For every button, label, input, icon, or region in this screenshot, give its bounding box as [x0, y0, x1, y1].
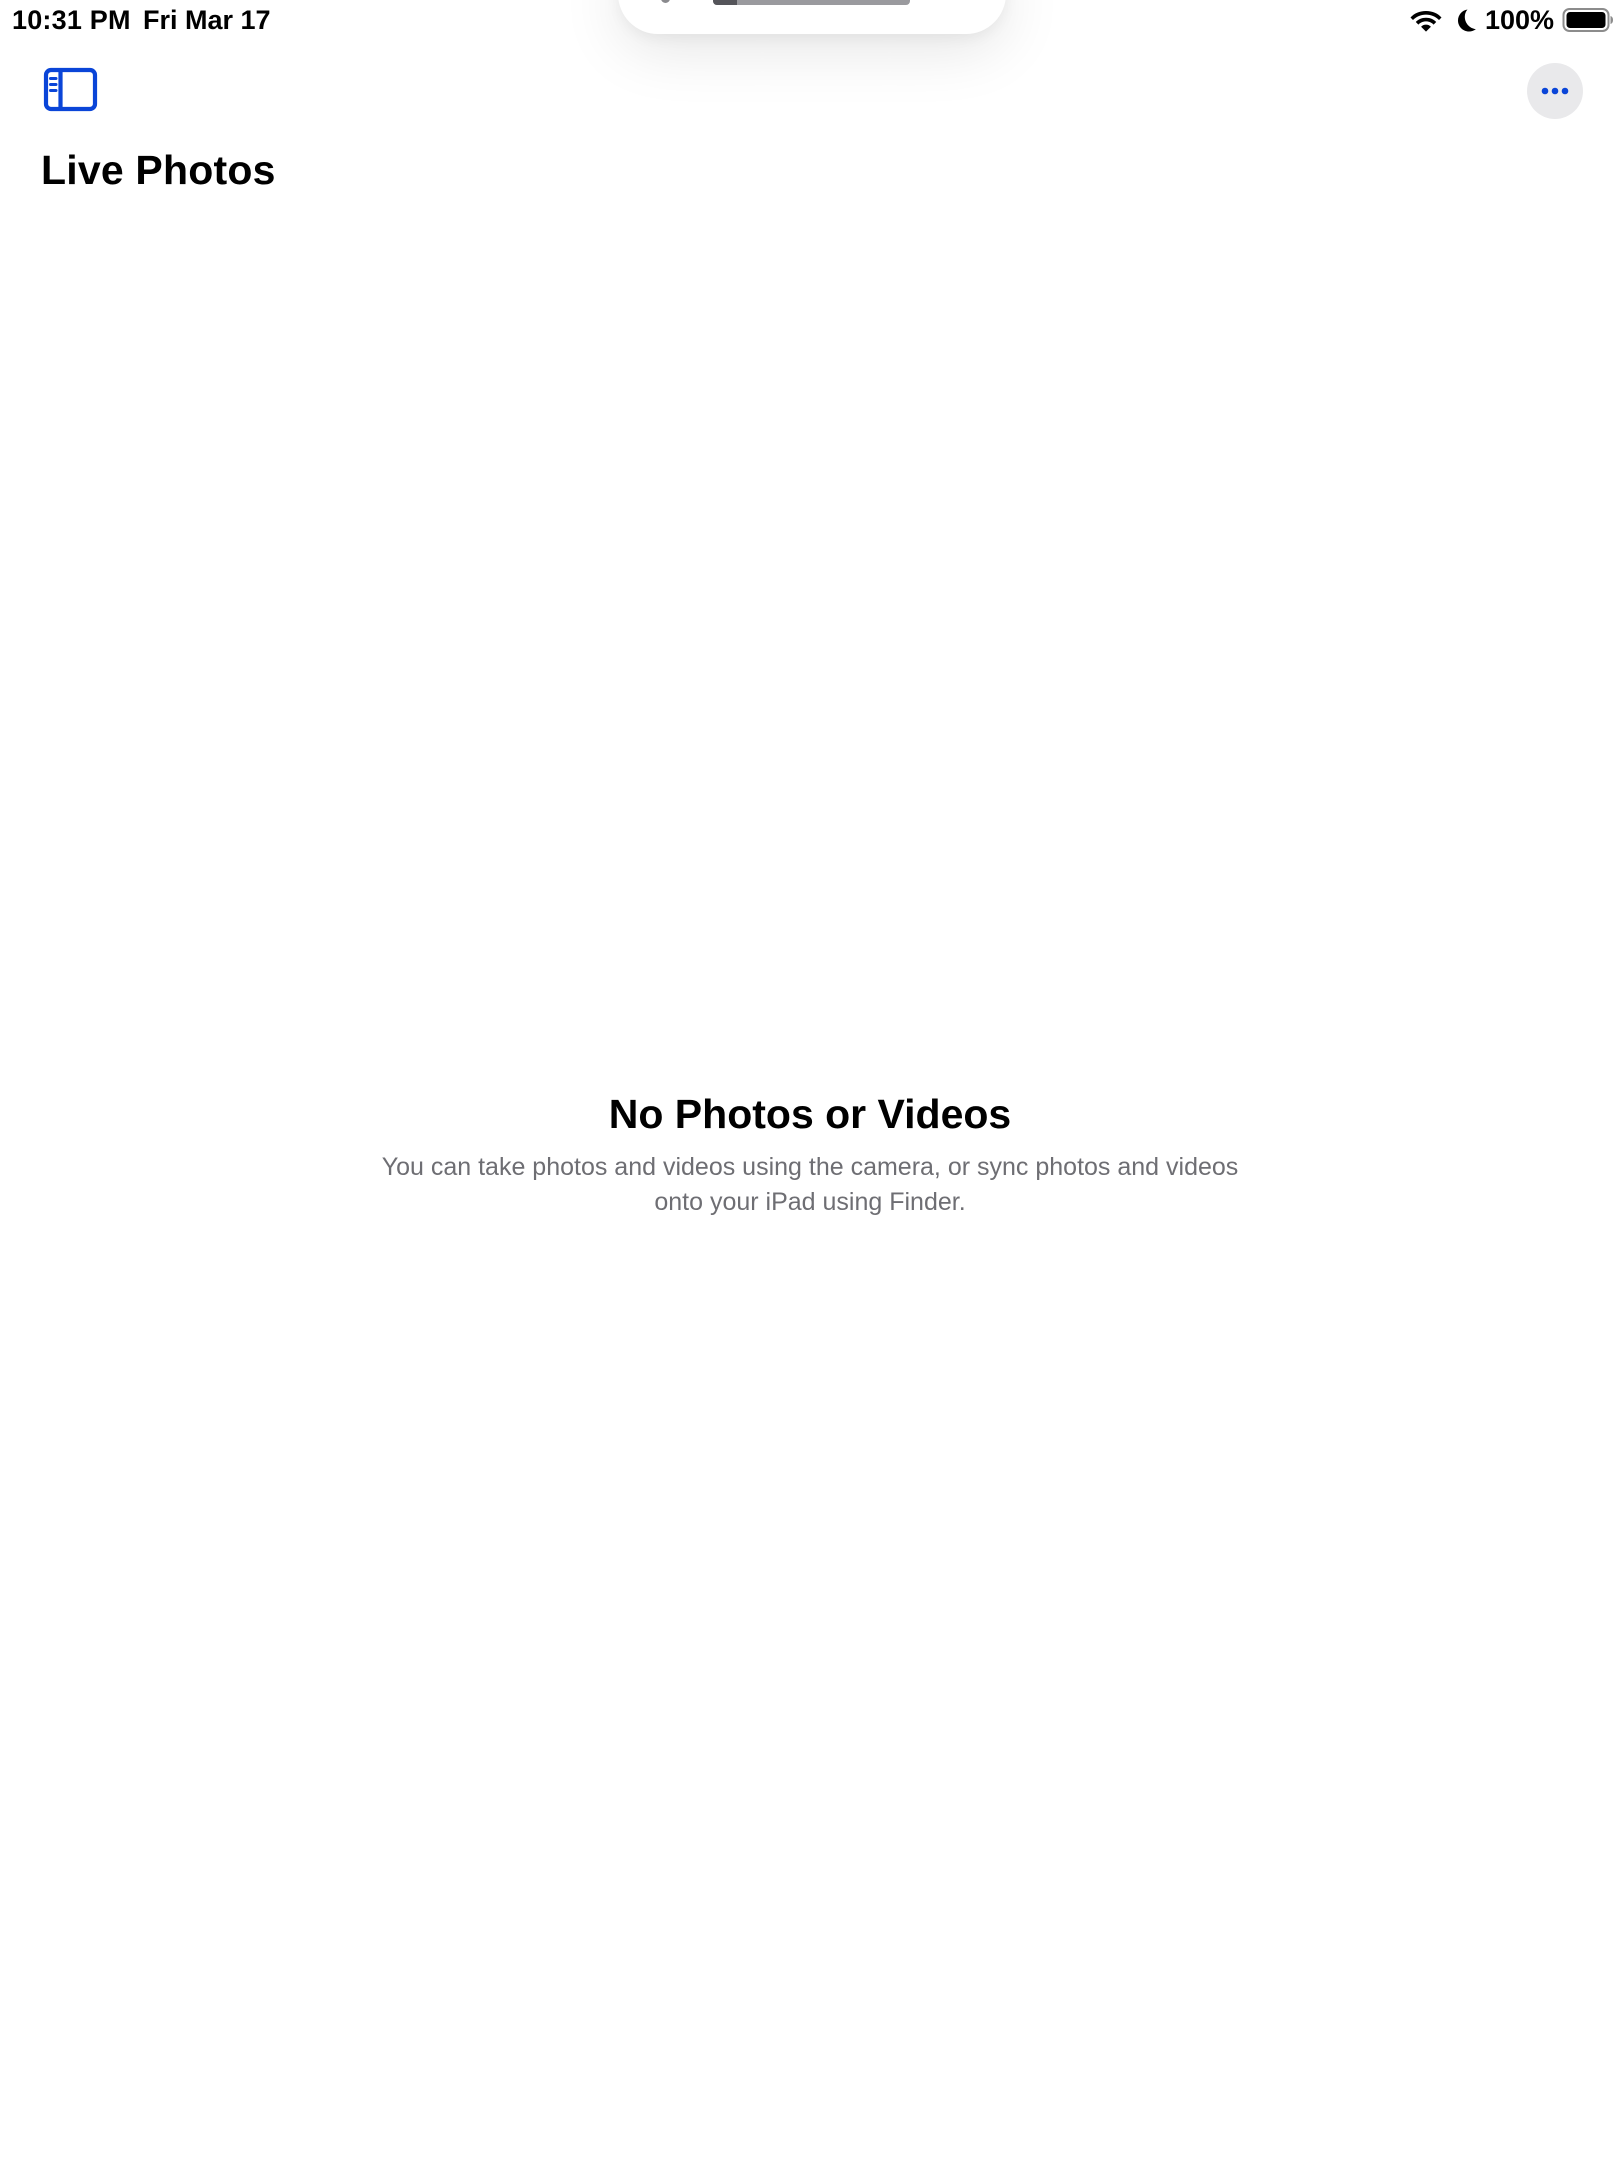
page-title: Live Photos [41, 147, 276, 193]
screen: 10:31 PM Fri Mar 17 100% Live Photos No … [0, 0, 1620, 2160]
sidebar-toggle-button[interactable] [42, 66, 100, 114]
status-time: 10:31 PM [12, 5, 131, 35]
empty-state-title: No Photos or Videos [608, 1091, 1012, 1137]
wifi-icon [1410, 11, 1442, 32]
battery-icon [1562, 8, 1613, 32]
top-overlay-pill[interactable] [618, 0, 1006, 34]
more-options-button[interactable] [1527, 63, 1583, 119]
battery-percentage: 100% [1484, 5, 1554, 35]
overlay-progress-fill [713, 0, 737, 5]
empty-state-message: You can take photos and videos using the… [381, 1153, 1239, 1216]
moon-icon [1457, 9, 1476, 32]
overlay-progress-bar [713, 0, 910, 5]
status-indicators: 100% [1409, 2, 1614, 38]
empty-state: No Photos or Videos You can take photos … [360, 1088, 1260, 1220]
overlay-dot [661, 0, 670, 3]
sidebar-icon [43, 67, 98, 112]
ellipsis-icon [1541, 87, 1569, 95]
status-date: Fri Mar 17 [143, 5, 271, 35]
